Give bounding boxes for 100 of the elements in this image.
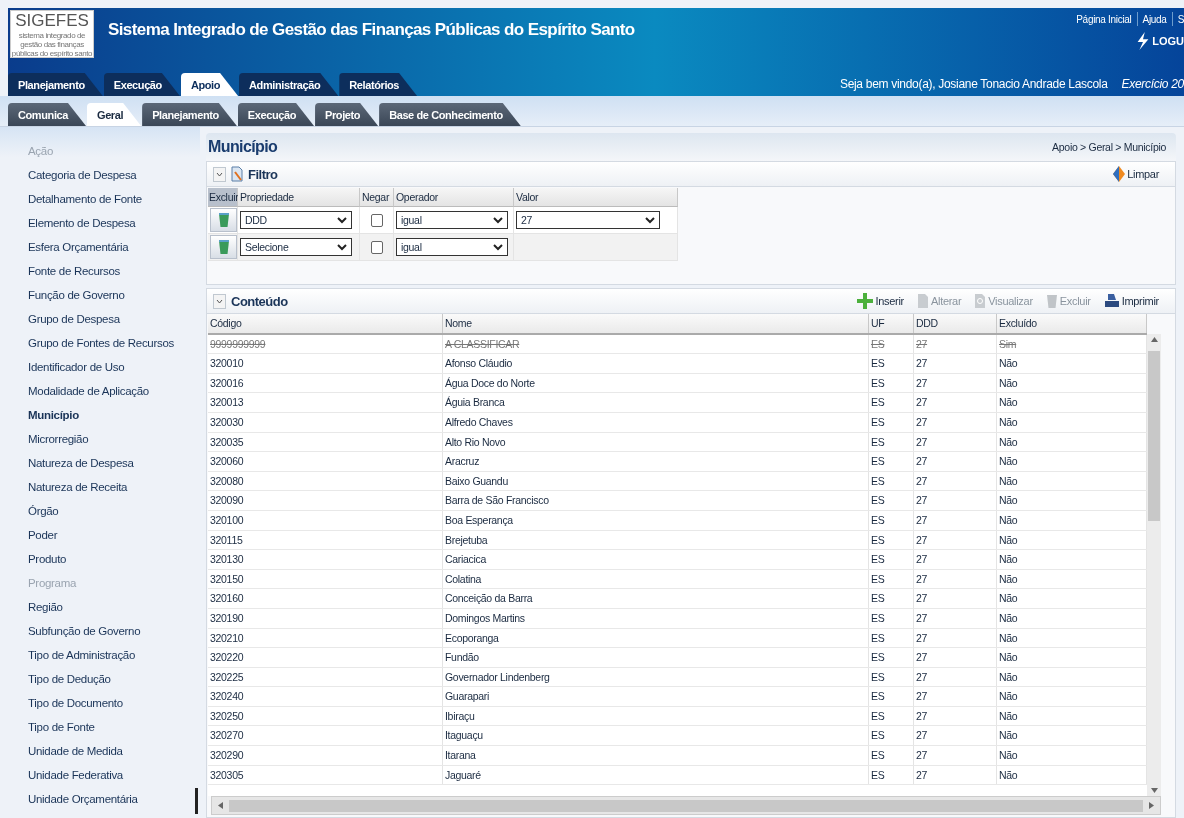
arrow-down-icon[interactable] (1150, 788, 1158, 793)
arrow-left-icon[interactable] (218, 802, 223, 809)
sidebar-item[interactable]: Grupo de Fontes de Recursos (28, 331, 200, 355)
column-header[interactable]: Código (208, 314, 443, 333)
table-row[interactable]: 320010 Afonso Cláudio ES 27 Não (208, 354, 1147, 374)
table-row[interactable]: 320240 Guarapari ES 27 Não (208, 687, 1147, 707)
sidebar-item[interactable]: Órgão (28, 499, 200, 523)
table-row[interactable]: 320270 Itaguaçu ES 27 Não (208, 726, 1147, 747)
sidebar-item[interactable]: Elemento de Despesa (28, 211, 200, 235)
table-row[interactable]: 320210 Ecoporanga ES 27 Não (208, 628, 1147, 649)
sidebar-item[interactable]: Região (28, 595, 200, 619)
table-row[interactable]: 320080 Baixo Guandu ES 27 Não (208, 471, 1147, 492)
sidebar-item[interactable]: Natureza de Despesa (28, 451, 200, 475)
column-header[interactable]: UF (869, 314, 914, 333)
sidebar-item[interactable]: Tipo de Administração (28, 643, 200, 667)
operator-select[interactable]: igual (396, 238, 508, 256)
table-cell: Governador Lindenberg (443, 667, 869, 687)
sidebar-item[interactable]: Identificador de Uso (28, 355, 200, 379)
table-row[interactable]: 320115 Brejetuba ES 27 Não (208, 530, 1147, 551)
table-cell: 27 (914, 530, 997, 550)
scrollbar[interactable] (211, 796, 1161, 815)
chevron-icon (337, 216, 347, 224)
table-row[interactable]: 320250 Ibiraçu ES 27 Não (208, 706, 1147, 727)
table-row[interactable]: 320090 Barra de São Francisco ES 27 Não (208, 491, 1147, 511)
main-tab[interactable]: Execução (103, 73, 180, 96)
table-row[interactable]: 320220 Fundão ES 27 Não (208, 648, 1147, 668)
toolbar-button[interactable]: Inserir (853, 293, 908, 309)
sidebar-item[interactable]: Categoria de Despesa (28, 163, 200, 187)
delete-button[interactable] (210, 235, 237, 259)
table-row[interactable]: 320013 Águia Branca ES 27 Não (208, 393, 1147, 413)
sidebar-item[interactable]: Unidade Orçamentária (28, 787, 200, 811)
operator-select[interactable]: igual (396, 211, 508, 229)
sidebar-item[interactable]: Natureza de Receita (28, 475, 200, 499)
sub-tab[interactable]: Projeto (315, 103, 379, 126)
sub-tab[interactable]: Geral (87, 103, 142, 126)
sub-tab[interactable]: Planejamento (142, 103, 237, 126)
main-tab[interactable]: Administração (239, 73, 339, 96)
header-link[interactable]: Ajuda (1142, 13, 1167, 25)
checkbox[interactable] (370, 213, 383, 227)
sidebar-item[interactable]: Produto (28, 547, 200, 571)
checkbox[interactable] (370, 240, 383, 254)
table-row[interactable]: 320130 Cariacica ES 27 Não (208, 550, 1147, 570)
sidebar-item[interactable]: Unidade Federativa (28, 763, 200, 787)
sidebar-item[interactable]: Microrregião (28, 427, 200, 451)
table-row[interactable]: 320100 Boa Esperança ES 27 Não (208, 510, 1147, 531)
table-row[interactable]: 9999999999 A CLASSIFICAR ES 27 Sim (208, 334, 1147, 355)
table-row[interactable]: 320030 Alfredo Chaves ES 27 Não (208, 412, 1147, 433)
table-row[interactable]: 320290 Itarana ES 27 Não (208, 746, 1147, 766)
table-row[interactable]: 320035 Alto Rio Novo ES 27 Não (208, 432, 1147, 453)
sidebar-item[interactable]: Poder (28, 523, 200, 547)
table-row[interactable]: 320060 Aracruz ES 27 Não (208, 452, 1147, 472)
sub-tab[interactable]: Base de Conhecimento (379, 103, 521, 126)
collapse-toggle[interactable] (213, 166, 226, 182)
table-row[interactable]: 320160 Conceição da Barra ES 27 Não (208, 589, 1147, 609)
table-cell: Afonso Cláudio (443, 354, 869, 373)
column-header[interactable]: Excluído (997, 314, 1147, 333)
main-tab[interactable]: Relatórios (339, 73, 418, 96)
table-cell: 320220 (208, 648, 443, 667)
table-cell: ES (869, 373, 914, 393)
table-row[interactable]: 320016 Água Doce do Norte ES 27 Não (208, 373, 1147, 394)
table-cell: 27 (914, 393, 997, 412)
collapse-handle[interactable] (195, 788, 198, 814)
sidebar-item[interactable]: Grupo de Despesa (28, 307, 200, 331)
sidebar-item[interactable]: Unidade de Medida (28, 739, 200, 763)
property-select[interactable]: Selecione (240, 238, 352, 256)
table-cell: Itarana (443, 746, 869, 765)
table-row[interactable]: 320305 Jaguaré ES 27 Não (208, 765, 1147, 786)
sidebar-item[interactable]: Tipo de Fonte (28, 715, 200, 739)
table-cell: 27 (914, 432, 997, 452)
header-link[interactable]: S (1177, 13, 1184, 25)
sidebar-item[interactable]: Tipo de Documento (28, 691, 200, 715)
sidebar-item[interactable]: Município (28, 403, 200, 427)
scrollbar[interactable] (1147, 334, 1161, 796)
sidebar-item[interactable]: Fonte de Recursos (28, 259, 200, 283)
sidebar-item[interactable]: Modalidade de Aplicação (28, 379, 200, 403)
sub-tab[interactable]: Execução (237, 103, 315, 126)
table-row[interactable]: 320150 Colatina ES 27 Não (208, 569, 1147, 590)
table-row[interactable]: 320225 Governador Lindenberg ES 27 Não (208, 667, 1147, 688)
value-select[interactable]: 27 (516, 211, 660, 229)
sidebar-item[interactable]: Esfera Orçamentária (28, 235, 200, 259)
sidebar-item[interactable]: Tipo de Dedução (28, 667, 200, 691)
sidebar-item[interactable]: Detalhamento de Fonte (28, 187, 200, 211)
sub-tab[interactable]: Comunica (8, 103, 86, 126)
header-link[interactable]: Página Inicial (1076, 13, 1132, 25)
toolbar-button[interactable]: Imprimir (1099, 293, 1163, 309)
arrow-up-icon[interactable] (1150, 337, 1158, 342)
property-select[interactable]: DDD (240, 211, 352, 229)
table-row[interactable]: 320190 Domingos Martins ES 27 Não (208, 608, 1147, 629)
main-tab[interactable]: Planejamento (8, 73, 103, 96)
sidebar-item[interactable]: Função de Governo (28, 283, 200, 307)
sidebar-item[interactable]: Subfunção de Governo (28, 619, 200, 643)
delete-button[interactable] (210, 208, 237, 232)
column-header[interactable]: Nome (443, 314, 869, 333)
collapse-toggle[interactable] (213, 293, 226, 309)
clear-button[interactable]: Limpar (1109, 166, 1163, 182)
table-cell: 9999999999 (208, 334, 443, 354)
arrow-right-icon[interactable] (1149, 802, 1154, 809)
trash-icon (217, 212, 230, 228)
main-tab[interactable]: Apoio (180, 73, 239, 96)
column-header[interactable]: DDD (914, 314, 997, 333)
